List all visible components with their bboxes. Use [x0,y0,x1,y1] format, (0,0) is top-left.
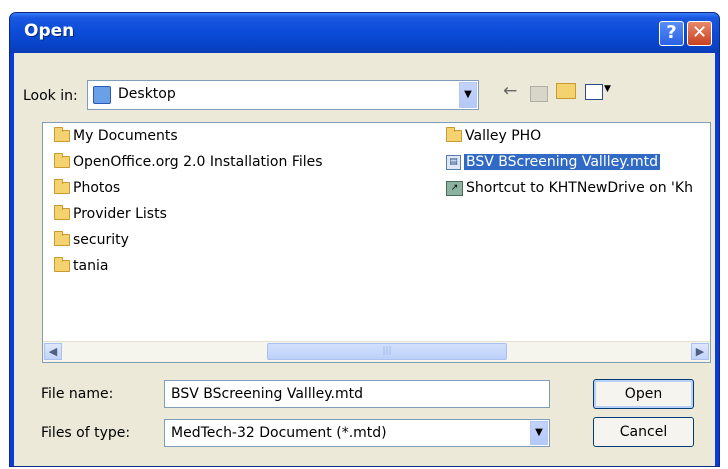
back-arrow-icon[interactable]: ← [503,81,517,101]
look-in-dropdown-button[interactable]: ▼ [459,82,477,108]
list-item[interactable]: tania [54,256,108,276]
list-item-label: Provider Lists [73,206,167,222]
folder-icon [54,127,70,142]
list-item-label: Photos [73,180,121,196]
list-item-label: OpenOffice.org 2.0 Installation Files [73,154,323,170]
file-type-value: MedTech-32 Document (*.mtd) [171,425,387,441]
up-folder-icon[interactable] [530,86,548,102]
list-item-selected[interactable]: ▤ BSV BScreening Vallley.mtd [446,152,660,172]
desktop-icon [93,86,111,104]
close-button[interactable]: ✕ [687,21,712,46]
shortcut-icon: ↗ [446,180,463,196]
list-item[interactable]: My Documents [54,126,178,146]
file-type-select[interactable]: MedTech-32 Document (*.mtd) ▼ [164,419,550,447]
open-button[interactable]: Open [593,379,694,409]
file-name-value: BSV BScreening Vallley.mtd [171,386,363,402]
list-item-label: BSV BScreening Vallley.mtd [464,154,660,170]
file-list[interactable]: My Documents OpenOffice.org 2.0 Installa… [42,122,711,363]
list-item[interactable]: Valley PHO [446,126,541,146]
views-dropdown-chevron-icon[interactable]: ▼ [604,84,611,94]
scrollbar-thumb[interactable]: ||| [267,343,507,360]
folder-icon [54,231,70,246]
list-item-label: My Documents [73,128,178,144]
views-menu-icon[interactable] [585,84,603,100]
look-in-label: Look in: [23,88,78,104]
folder-icon [54,257,70,272]
folder-icon [54,205,70,220]
cancel-button[interactable]: Cancel [593,417,694,447]
folder-icon [54,153,70,168]
list-item[interactable]: security [54,230,129,250]
folder-icon [446,127,462,142]
list-item-label: Shortcut to KHTNewDrive on 'Kh [466,180,693,196]
file-type-dropdown-button[interactable]: ▼ [530,421,548,445]
list-item-label: Valley PHO [465,128,542,144]
window-title: Open [24,21,75,41]
file-name-input[interactable]: BSV BScreening Vallley.mtd [164,380,550,408]
title-bar[interactable]: Open ? ✕ [10,13,719,53]
help-button[interactable]: ? [659,21,684,46]
folder-icon [54,179,70,194]
look-in-value: Desktop [118,86,176,102]
look-in-combo[interactable]: Desktop ▼ [87,80,479,110]
file-name-label: File name: [41,386,114,402]
horizontal-scrollbar[interactable]: ◀ ||| ▶ [43,341,710,362]
list-item[interactable]: OpenOffice.org 2.0 Installation Files [54,152,323,172]
new-folder-icon[interactable] [556,83,576,99]
scroll-right-button[interactable]: ▶ [691,343,709,360]
open-dialog: Open ? ✕ Look in: Desktop ▼ ← ▼ My Docum… [9,12,720,467]
list-item-label: tania [73,258,109,274]
chevron-down-icon: ▼ [535,427,543,438]
chevron-down-icon: ▼ [464,89,472,100]
file-type-label: Files of type: [41,425,131,441]
dialog-client-area: Look in: Desktop ▼ ← ▼ My Documents Open… [14,53,715,466]
scroll-left-button[interactable]: ◀ [44,343,62,360]
document-icon: ▤ [446,154,461,170]
list-item-label: security [73,232,129,248]
list-item[interactable]: Photos [54,178,120,198]
list-item[interactable]: Provider Lists [54,204,167,224]
list-item[interactable]: ↗ Shortcut to KHTNewDrive on 'Kh [446,178,693,198]
